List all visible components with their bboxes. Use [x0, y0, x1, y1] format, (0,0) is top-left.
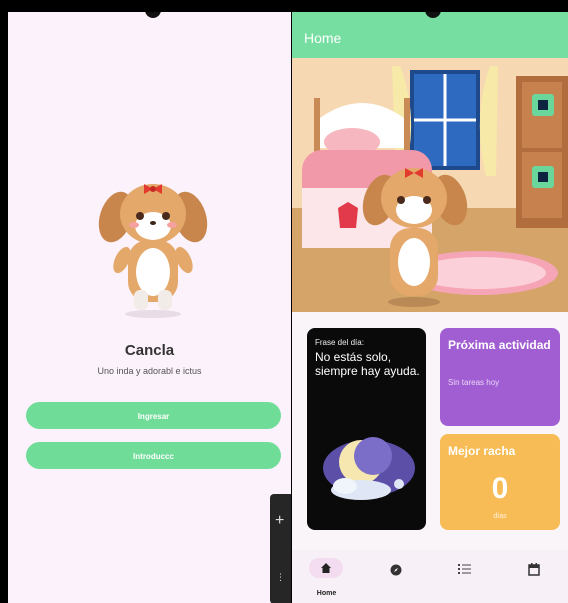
- bottom-navigation: Home: [292, 550, 568, 603]
- home-screen: Home Frase del día: No estás solo, siemp…: [292, 12, 568, 603]
- secondary-button[interactable]: Introduccc: [26, 442, 281, 469]
- calendar-icon: [528, 563, 540, 576]
- app-bar: Home: [292, 12, 568, 58]
- welcome-screen: Cancla Uno inda y adorabl e ictus Ingres…: [8, 12, 291, 603]
- camera-notch: [145, 12, 161, 18]
- quote-label: Frase del día:: [315, 338, 364, 347]
- nav-item-calendar[interactable]: [499, 550, 568, 603]
- list-icon: [458, 564, 471, 574]
- dots-icon[interactable]: ⋮: [276, 572, 285, 583]
- bedroom-scene-illustration: [292, 58, 568, 312]
- nav-item-home[interactable]: Home: [292, 550, 361, 603]
- app-name: Cancla: [124, 342, 175, 359]
- nav-item-explore[interactable]: [361, 550, 430, 603]
- moon-cloud-illustration: [323, 437, 415, 500]
- compass-icon: [390, 564, 402, 576]
- activity-subtitle: Sin tareas hoy: [448, 378, 500, 387]
- quote-text: No estás solo, siempre hay ayuda.: [315, 350, 420, 378]
- home-icon: [321, 563, 331, 573]
- streak-unit: días: [493, 513, 507, 520]
- floating-emulator-controls[interactable]: + ⋮: [270, 494, 291, 603]
- app-tagline: Uno inda y adorabl e ictus: [97, 366, 202, 376]
- nav-label-home: Home: [316, 590, 337, 597]
- best-streak-card[interactable]: Mejor racha 0 días: [440, 434, 560, 530]
- daily-quote-card[interactable]: Frase del día: No estás solo, siempre ha…: [307, 328, 426, 530]
- primary-button[interactable]: Ingresar: [26, 402, 281, 429]
- streak-title: Mejor racha: [448, 444, 516, 458]
- next-activity-card[interactable]: Próxima actividad Sin tareas hoy: [440, 328, 560, 426]
- welcome-screen-phone: Cancla Uno inda y adorabl e ictus Ingres…: [8, 12, 291, 603]
- app-bar-title: Home: [304, 30, 342, 46]
- dog-mascot-illustration: [98, 184, 208, 318]
- plus-icon[interactable]: +: [275, 512, 284, 530]
- activity-title: Próxima actividad: [448, 338, 551, 352]
- streak-value: 0: [491, 472, 509, 505]
- nav-item-list[interactable]: [430, 550, 499, 603]
- home-screen-phone: Home Frase del día: No estás solo, siemp…: [292, 12, 568, 603]
